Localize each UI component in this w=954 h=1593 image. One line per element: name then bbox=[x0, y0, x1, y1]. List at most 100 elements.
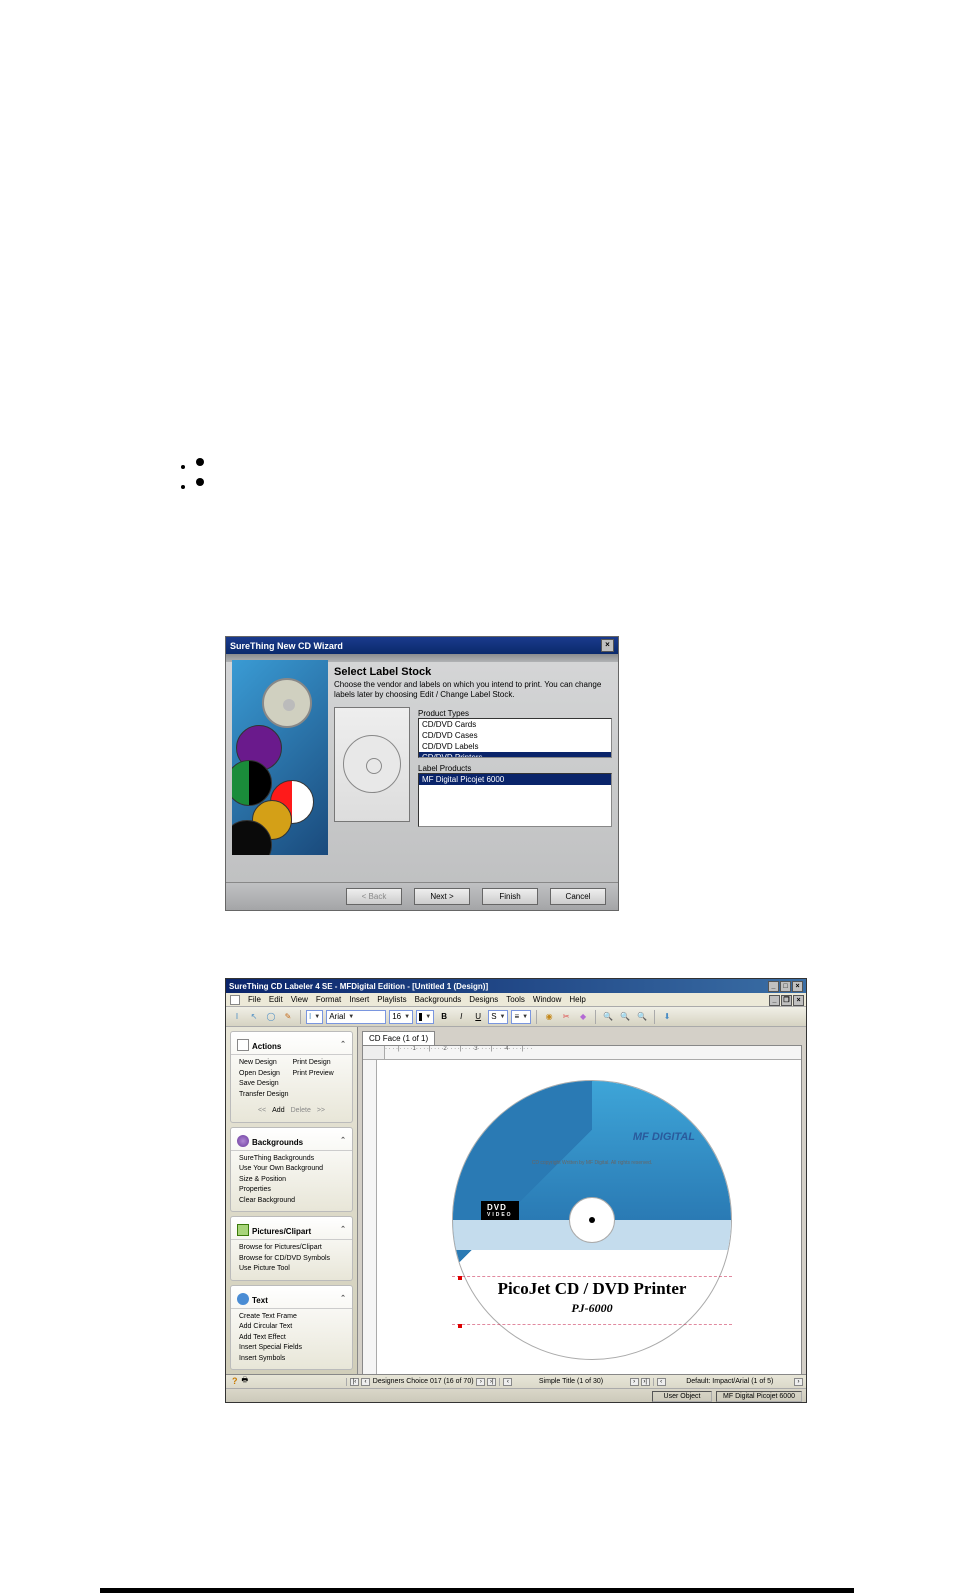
back-button[interactable]: < Back bbox=[346, 888, 402, 905]
nav-last-icon[interactable]: ›| bbox=[641, 1378, 650, 1386]
panel-header-actions[interactable]: Actions ⌃ bbox=[231, 1034, 352, 1055]
fill-color-combo[interactable]: ▼ bbox=[416, 1010, 434, 1024]
list-item[interactable]: CD/DVD Printers bbox=[419, 752, 611, 758]
menu-view[interactable]: View bbox=[291, 995, 308, 1004]
menu-tools[interactable]: Tools bbox=[506, 995, 525, 1004]
menu-playlists[interactable]: Playlists bbox=[377, 995, 406, 1004]
action-new-design[interactable]: New Design bbox=[239, 1058, 291, 1069]
bg-own[interactable]: Use Your Own Background bbox=[239, 1164, 344, 1175]
text-circular[interactable]: Add Circular Text bbox=[239, 1322, 344, 1333]
nav-prev-icon[interactable]: ‹ bbox=[503, 1378, 512, 1386]
panel-header-clipart[interactable]: Pictures/Clipart ⌃ bbox=[231, 1219, 352, 1240]
list-item[interactable]: CD/DVD Cases bbox=[419, 730, 611, 741]
clipart-browse[interactable]: Browse for Pictures/Clipart bbox=[239, 1243, 344, 1254]
browse-delete[interactable]: Delete bbox=[291, 1106, 311, 1117]
nav-last-icon[interactable]: ›| bbox=[487, 1378, 496, 1386]
zoom-in-icon[interactable]: 🔍 bbox=[601, 1010, 615, 1024]
text-tool-icon[interactable]: I bbox=[230, 1010, 244, 1024]
align-combo[interactable]: ≡▼ bbox=[511, 1010, 531, 1024]
nav-next-icon[interactable]: › bbox=[630, 1378, 639, 1386]
insert-cd-icon[interactable]: ◉ bbox=[542, 1010, 556, 1024]
scissors-icon[interactable]: ✂ bbox=[559, 1010, 573, 1024]
font-combo[interactable]: Arial▼ bbox=[326, 1010, 386, 1024]
nav-prev-icon[interactable]: ‹ bbox=[361, 1378, 370, 1386]
panel-header-text[interactable]: Text ⌃ bbox=[231, 1288, 352, 1309]
menu-format[interactable]: Format bbox=[316, 995, 341, 1004]
list-bullet bbox=[196, 478, 204, 486]
list-item[interactable]: CD/DVD Labels bbox=[419, 741, 611, 752]
menu-help[interactable]: Help bbox=[569, 995, 585, 1004]
cancel-button[interactable]: Cancel bbox=[550, 888, 606, 905]
close-icon[interactable]: × bbox=[601, 639, 614, 652]
minimize-icon[interactable]: _ bbox=[768, 981, 779, 992]
bg-props[interactable]: Properties bbox=[239, 1185, 344, 1196]
menu-window[interactable]: Window bbox=[533, 995, 561, 1004]
text-create-frame[interactable]: Create Text Frame bbox=[239, 1312, 344, 1323]
finish-button[interactable]: Finish bbox=[482, 888, 538, 905]
action-print-preview[interactable]: Print Preview bbox=[293, 1069, 345, 1080]
panel-header-backgrounds[interactable]: Backgrounds ⌃ bbox=[231, 1130, 352, 1151]
product-types-listbox[interactable]: CD/DVD Cards CD/DVD Cases CD/DVD Labels … bbox=[418, 718, 612, 758]
bg-surething[interactable]: SureThing Backgrounds bbox=[239, 1154, 344, 1165]
document-viewport[interactable]: · · · ·|· · · ·1· · · ·|· · · ·2· · · ·|… bbox=[362, 1045, 802, 1384]
shadow-combo[interactable]: S▼ bbox=[488, 1010, 508, 1024]
list-item[interactable]: CD/DVD Cards bbox=[419, 719, 611, 730]
selection-handle[interactable] bbox=[458, 1276, 462, 1280]
menu-insert[interactable]: Insert bbox=[349, 995, 369, 1004]
maximize-icon[interactable]: □ bbox=[780, 981, 791, 992]
paint-bucket-icon[interactable]: ◆ bbox=[576, 1010, 590, 1024]
action-transfer-design[interactable]: Transfer Design bbox=[239, 1090, 291, 1101]
zoom-out-icon[interactable]: 🔍 bbox=[618, 1010, 632, 1024]
action-print-design[interactable]: Print Design bbox=[293, 1058, 345, 1069]
mdi-restore-icon[interactable]: ❐ bbox=[781, 995, 792, 1006]
next-button[interactable]: Next > bbox=[414, 888, 470, 905]
action-save-design[interactable]: Save Design bbox=[239, 1079, 291, 1090]
design-model[interactable]: PJ-6000 bbox=[453, 1301, 731, 1316]
selection-handle[interactable] bbox=[458, 1324, 462, 1328]
line-style-combo[interactable]: I▼ bbox=[306, 1010, 323, 1024]
list-item[interactable]: MF Digital Picojet 6000 bbox=[419, 774, 611, 785]
print-mini-icon[interactable]: 🖶 bbox=[242, 1376, 249, 1387]
menu-file[interactable]: File bbox=[248, 995, 261, 1004]
pointer-tool-icon[interactable]: ↖ bbox=[247, 1010, 261, 1024]
browse-prev[interactable]: << bbox=[258, 1106, 266, 1117]
label-products-listbox[interactable]: MF Digital Picojet 6000 bbox=[418, 773, 612, 827]
bg-size[interactable]: Size & Position bbox=[239, 1175, 344, 1186]
text-fields[interactable]: Insert Special Fields bbox=[239, 1343, 344, 1354]
underline-button[interactable]: U bbox=[471, 1010, 485, 1024]
menu-backgrounds[interactable]: Backgrounds bbox=[415, 995, 462, 1004]
mdi-minimize-icon[interactable]: _ bbox=[769, 995, 780, 1006]
clipart-symbols[interactable]: Browse for CD/DVD Symbols bbox=[239, 1254, 344, 1265]
text-symbols[interactable]: Insert Symbols bbox=[239, 1354, 344, 1365]
zoom-fit-icon[interactable]: 🔍 bbox=[635, 1010, 649, 1024]
menu-designs[interactable]: Designs bbox=[469, 995, 498, 1004]
menu-edit[interactable]: Edit bbox=[269, 995, 283, 1004]
mdi-close-icon[interactable]: × bbox=[793, 995, 804, 1006]
status-design-selector[interactable]: Designers Choice 017 (16 of 70) bbox=[371, 1378, 475, 1385]
download-icon[interactable]: ⬇ bbox=[660, 1010, 674, 1024]
nav-first-icon[interactable]: |‹ bbox=[350, 1378, 359, 1386]
status-font-selector[interactable]: Default: Impact/Arial (1 of 5) bbox=[667, 1378, 793, 1385]
picture-icon bbox=[237, 1224, 249, 1236]
close-icon[interactable]: × bbox=[792, 981, 803, 992]
brush-tool-icon[interactable]: ✎ bbox=[281, 1010, 295, 1024]
help-icon[interactable]: ? bbox=[232, 1376, 238, 1387]
browse-add[interactable]: Add bbox=[272, 1106, 284, 1117]
text-effect[interactable]: Add Text Effect bbox=[239, 1333, 344, 1344]
document-tab[interactable]: CD Face (1 of 1) bbox=[362, 1031, 435, 1046]
nav-next-icon[interactable]: › bbox=[794, 1378, 803, 1386]
cd-design[interactable]: MF DIGITAL CD copyright Written by MF Di… bbox=[452, 1080, 732, 1360]
app-title: SureThing CD Labeler 4 SE - MFDigital Ed… bbox=[229, 982, 488, 991]
italic-button[interactable]: I bbox=[454, 1010, 468, 1024]
design-title[interactable]: PicoJet CD / DVD Printer bbox=[453, 1279, 731, 1299]
nav-next-icon[interactable]: › bbox=[476, 1378, 485, 1386]
bold-button[interactable]: B bbox=[437, 1010, 451, 1024]
clipart-picture-tool[interactable]: Use Picture Tool bbox=[239, 1264, 344, 1275]
nav-prev-icon[interactable]: ‹ bbox=[657, 1378, 666, 1386]
bg-clear[interactable]: Clear Background bbox=[239, 1196, 344, 1207]
browse-next[interactable]: >> bbox=[317, 1106, 325, 1117]
status-layout-selector[interactable]: Simple Title (1 of 30) bbox=[513, 1378, 628, 1385]
circle-text-icon[interactable]: ◯ bbox=[264, 1010, 278, 1024]
font-size-combo[interactable]: 16▼ bbox=[389, 1010, 413, 1024]
action-open-design[interactable]: Open Design bbox=[239, 1069, 291, 1080]
